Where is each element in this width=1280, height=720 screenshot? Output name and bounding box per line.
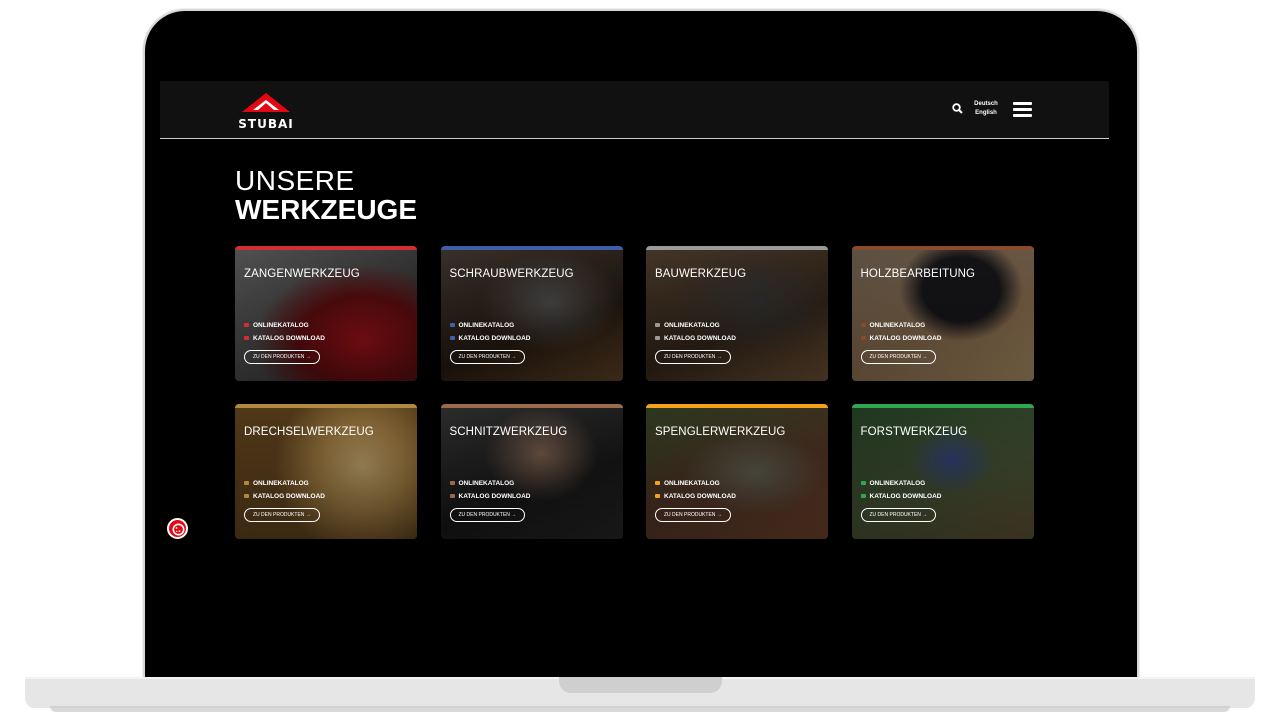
onlinekatalog-label: ONLINEKATALOG xyxy=(664,322,720,329)
onlinekatalog-label: ONLINEKATALOG xyxy=(664,480,720,487)
katalog-download-label: KATALOG DOWNLOAD xyxy=(869,493,942,500)
language-english[interactable]: English xyxy=(971,109,1001,118)
card-title: HOLZBEARBEITUNG xyxy=(860,268,976,280)
onlinekatalog-link[interactable]: ONLINEKATALOG xyxy=(860,322,926,329)
hamburger-menu-icon[interactable] xyxy=(1013,102,1032,117)
folder-icon xyxy=(655,323,660,328)
katalog-download-link[interactable]: KATALOG DOWNLOAD xyxy=(244,335,325,342)
onlinekatalog-label: ONLINEKATALOG xyxy=(253,480,309,487)
katalog-download-link[interactable]: KATALOG DOWNLOAD xyxy=(449,335,531,342)
onlinekatalog-link[interactable]: ONLINEKATALOG xyxy=(244,480,309,487)
card-title: SCHNITZWERKZEUG xyxy=(449,426,568,438)
onlinekatalog-link[interactable]: ONLINEKATALOG xyxy=(655,322,720,329)
onlinekatalog-label: ONLINEKATALOG xyxy=(458,480,515,487)
folder-icon xyxy=(860,323,866,328)
onlinekatalog-link[interactable]: ONLINEKATALOG xyxy=(449,480,515,487)
folder-icon xyxy=(449,481,455,486)
to-products-button[interactable]: ZU DEN PRODUKTEN → xyxy=(655,508,731,522)
pdf-icon xyxy=(244,336,249,341)
card-title: BAUWERKZEUG xyxy=(655,268,747,280)
category-card[interactable]: HOLZBEARBEITUNG ONLINEKATALOG KATALOG DOWN… xyxy=(851,246,1034,381)
mountain-logo-icon xyxy=(242,93,290,112)
onlinekatalog-label: ONLINEKATALOG xyxy=(253,322,309,329)
laptop-notch xyxy=(559,677,722,693)
onlinekatalog-link[interactable]: ONLINEKATALOG xyxy=(655,480,720,487)
to-products-button[interactable]: ZU DEN PRODUKTEN → xyxy=(860,508,937,522)
folder-icon xyxy=(655,481,660,486)
to-products-button[interactable]: ZU DEN PRODUKTEN → xyxy=(244,508,320,522)
onlinekatalog-link[interactable]: ONLINEKATALOG xyxy=(244,322,309,329)
card-title: FORSTWERKZEUG xyxy=(860,426,968,438)
card-title: DRECHSELWERKZEUG xyxy=(244,426,374,438)
category-card[interactable]: FORSTWERKZEUG ONLINEKATALOG KATALOG DOWNLO… xyxy=(851,404,1034,539)
pdf-icon xyxy=(244,494,249,499)
katalog-download-label: KATALOG DOWNLOAD xyxy=(869,335,942,342)
page-title: UNSERE WERKZEUGE xyxy=(235,166,417,225)
pdf-icon xyxy=(449,336,455,341)
laptop-base-shadow xyxy=(50,706,1230,712)
onlinekatalog-link[interactable]: ONLINEKATALOG xyxy=(860,480,926,487)
category-card[interactable]: SPENGLERWERKZEUG ONLINEKATALOG KATALOG DOW… xyxy=(646,404,828,539)
to-products-button[interactable]: ZU DEN PRODUKTEN → xyxy=(860,350,937,364)
cookie-icon xyxy=(172,523,185,536)
page-title-line2: WERKZEUGE xyxy=(235,194,417,225)
folder-icon xyxy=(449,323,455,328)
onlinekatalog-link[interactable]: ONLINEKATALOG xyxy=(449,322,515,329)
katalog-download-label: KATALOG DOWNLOAD xyxy=(664,493,736,500)
katalog-download-link[interactable]: KATALOG DOWNLOAD xyxy=(655,493,736,500)
to-products-button[interactable]: ZU DEN PRODUKTEN → xyxy=(244,350,320,364)
card-title: SPENGLERWERKZEUG xyxy=(655,426,786,438)
onlinekatalog-label: ONLINEKATALOG xyxy=(869,322,926,329)
katalog-download-link[interactable]: KATALOG DOWNLOAD xyxy=(244,493,325,500)
katalog-download-link[interactable]: KATALOG DOWNLOAD xyxy=(860,493,942,500)
pdf-icon xyxy=(860,494,866,499)
katalog-download-link[interactable]: KATALOG DOWNLOAD xyxy=(860,335,942,342)
website-screen: STUBAI Deutsch English UNSERE WERKZEUGE … xyxy=(160,81,1109,549)
onlinekatalog-label: ONLINEKATALOG xyxy=(869,480,926,487)
search-icon[interactable] xyxy=(951,102,965,116)
logo-wordmark: STUBAI xyxy=(238,117,294,131)
katalog-download-label: KATALOG DOWNLOAD xyxy=(664,335,736,342)
category-card[interactable]: SCHRAUBWERKZEUG ONLINEKATALOG KATALOG DOWN… xyxy=(440,246,623,381)
katalog-download-label: KATALOG DOWNLOAD xyxy=(253,335,325,342)
katalog-download-link[interactable]: KATALOG DOWNLOAD xyxy=(449,493,531,500)
katalog-download-label: KATALOG DOWNLOAD xyxy=(253,493,325,500)
category-card[interactable]: ZANGENWERKZEUG ONLINEKATALOG KATALOG DOWNL… xyxy=(235,246,417,381)
to-products-button[interactable]: ZU DEN PRODUKTEN → xyxy=(449,508,526,522)
katalog-download-link[interactable]: KATALOG DOWNLOAD xyxy=(655,335,736,342)
katalog-download-label: KATALOG DOWNLOAD xyxy=(458,335,531,342)
katalog-download-label: KATALOG DOWNLOAD xyxy=(458,493,531,500)
cookie-settings-button[interactable] xyxy=(167,518,188,539)
category-card[interactable]: BAUWERKZEUG ONLINEKATALOG KATALOG DOWNLOAD… xyxy=(646,246,828,381)
language-switch: Deutsch English xyxy=(971,100,1001,118)
onlinekatalog-label: ONLINEKATALOG xyxy=(458,322,515,329)
to-products-button[interactable]: ZU DEN PRODUKTEN → xyxy=(655,350,731,364)
category-card[interactable]: SCHNITZWERKZEUG ONLINEKATALOG KATALOG DOWN… xyxy=(440,404,623,539)
to-products-button[interactable]: ZU DEN PRODUKTEN → xyxy=(449,350,526,364)
card-title: SCHRAUBWERKZEUG xyxy=(449,268,574,280)
page-title-line1: UNSERE xyxy=(235,165,355,196)
folder-icon xyxy=(244,481,249,486)
category-card[interactable]: DRECHSELWERKZEUG ONLINEKATALOG KATALOG DOW… xyxy=(235,404,417,539)
card-title: ZANGENWERKZEUG xyxy=(244,268,360,280)
stubai-logo[interactable]: STUBAI xyxy=(235,91,297,131)
pdf-icon xyxy=(860,336,866,341)
pdf-icon xyxy=(655,336,660,341)
pdf-icon xyxy=(655,494,660,499)
pdf-icon xyxy=(449,494,455,499)
folder-icon xyxy=(244,323,249,328)
folder-icon xyxy=(860,481,866,486)
site-header: STUBAI Deutsch English xyxy=(160,81,1109,139)
language-deutsch[interactable]: Deutsch xyxy=(971,100,1001,109)
